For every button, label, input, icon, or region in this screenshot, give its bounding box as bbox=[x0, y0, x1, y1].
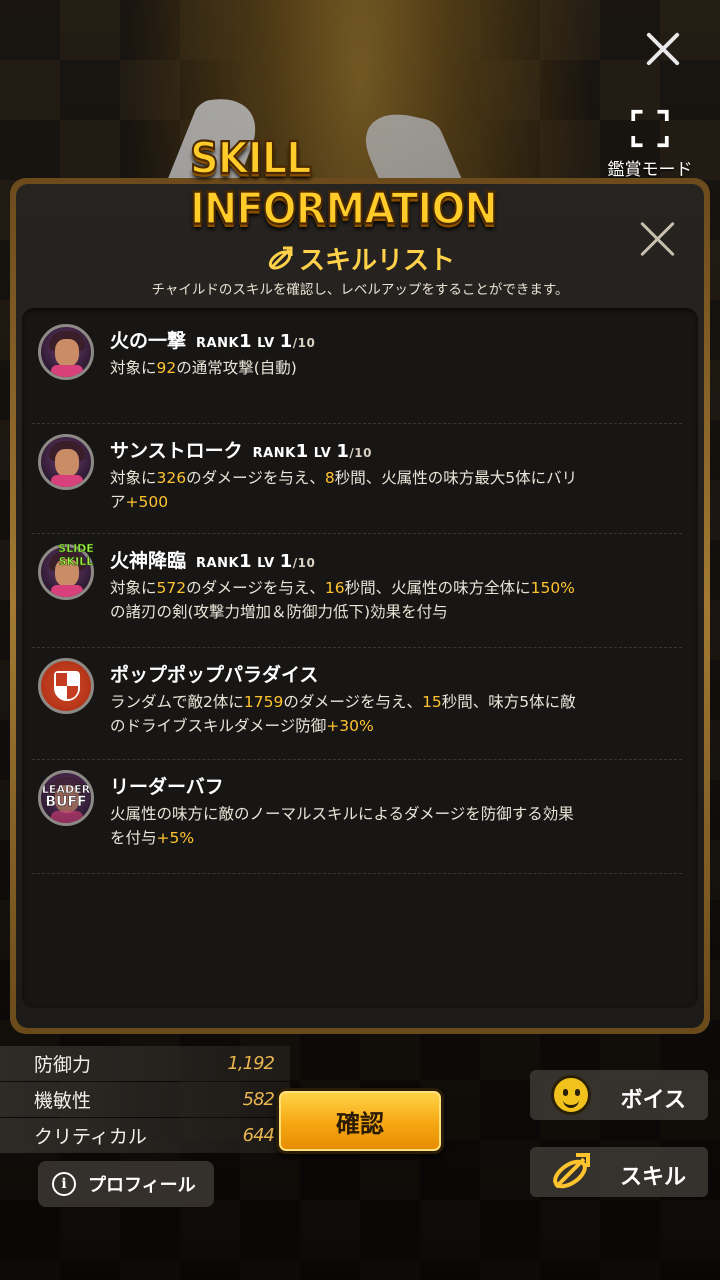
stat-row: 機敏性 582 bbox=[0, 1082, 290, 1117]
skill-label: スキル bbox=[619, 1165, 686, 1190]
profile-label: プロフィール bbox=[88, 1175, 196, 1196]
description-text: ランダムで敵2体に bbox=[110, 693, 244, 711]
skill-list-heading: スキルリスト bbox=[16, 240, 704, 277]
skill-item[interactable]: 火の一撃 RANK1 LV 1/10 対象に92の通常攻撃(自動) bbox=[32, 314, 682, 424]
skill-item[interactable]: サンストローク RANK1 LV 1/10 対象に326のダメージを与え、8秒間… bbox=[32, 424, 682, 534]
leader-buff-icon: LEADER BUFF bbox=[38, 770, 94, 826]
description-text: の諸刃の剣(攻撃力増加＆防御力低下)効果を付与 bbox=[110, 603, 448, 621]
highlight-value: 92 bbox=[156, 359, 177, 377]
skill-name: リーダーバフ bbox=[110, 776, 224, 798]
skill-item[interactable]: ポップポップパラダイス ランダムで敵2体に1759のダメージを与え、15秒間、味… bbox=[32, 648, 682, 760]
skill-info-panel: スキルリスト チャイルドのスキルを確認し、レベルアップをすることができます。 火… bbox=[10, 178, 710, 1034]
highlight-value: +5% bbox=[156, 829, 195, 847]
heading-text: スキルリスト bbox=[298, 246, 455, 276]
stat-row: 防御力 1,192 bbox=[0, 1046, 290, 1081]
skill-button[interactable]: スキル bbox=[530, 1147, 708, 1197]
stat-value: 644 bbox=[242, 1125, 275, 1146]
profile-button[interactable]: i プロフィール bbox=[38, 1161, 214, 1207]
highlight-value: 572 bbox=[156, 579, 187, 597]
panel-title: SKILL INFORMATION bbox=[189, 132, 499, 235]
slide-skill-tag: SLIDE SKILL bbox=[58, 542, 94, 569]
stat-label: 防御力 bbox=[34, 1054, 92, 1076]
info-icon: i bbox=[52, 1172, 76, 1196]
stat-label: クリティカル bbox=[34, 1126, 147, 1148]
highlight-value: 150% bbox=[530, 579, 575, 597]
description-text: 秒間、火属性の味方全体に bbox=[344, 579, 531, 597]
close-icon[interactable] bbox=[644, 30, 682, 68]
skill-description: 対象に92の通常攻撃(自動) bbox=[110, 356, 580, 380]
confirm-button[interactable]: 確認 bbox=[276, 1088, 444, 1154]
skill-name: 火神降臨 bbox=[110, 550, 187, 572]
fullscreen-icon bbox=[631, 109, 669, 148]
highlight-value: +30% bbox=[326, 717, 374, 735]
description-text: の通常攻撃(自動) bbox=[176, 359, 297, 377]
skill-swirl-icon bbox=[553, 1153, 590, 1189]
view-mode-button[interactable]: 鑑賞モード bbox=[590, 108, 710, 180]
description-text: のダメージを与え、 bbox=[283, 693, 423, 711]
skill-swirl-icon bbox=[268, 246, 293, 269]
stat-label: 機敏性 bbox=[34, 1090, 92, 1112]
view-mode-label: 鑑賞モード bbox=[607, 160, 693, 180]
skill-name: ポップポップパラダイス bbox=[110, 664, 319, 686]
skill-rank: RANK1 LV 1/10 bbox=[252, 441, 372, 462]
skill-portrait-icon bbox=[38, 434, 94, 490]
skill-description: 対象に572のダメージを与え、16秒間、火属性の味方全体に150% の諸刃の剣(攻… bbox=[110, 576, 580, 624]
skill-name: 火の一撃 bbox=[110, 330, 187, 352]
skill-description: ランダムで敵2体に1759のダメージを与え、15秒間、味方5体に敵のドライブスキ… bbox=[110, 690, 580, 738]
stat-row: クリティカル 644 bbox=[0, 1118, 290, 1153]
highlight-value: +500 bbox=[125, 493, 169, 511]
voice-label: ボイス bbox=[620, 1088, 686, 1113]
highlight-value: 15 bbox=[422, 693, 442, 711]
voice-button[interactable]: ボイス bbox=[530, 1070, 708, 1120]
skill-portrait-icon bbox=[38, 324, 94, 380]
description-text: のダメージを与え、 bbox=[186, 579, 325, 597]
subheading: チャイルドのスキルを確認し、レベルアップをすることができます。 bbox=[151, 282, 569, 298]
skill-list: 火の一撃 RANK1 LV 1/10 対象に92の通常攻撃(自動) サンストロー… bbox=[22, 308, 698, 1008]
confirm-label: 確認 bbox=[336, 1109, 384, 1138]
highlight-value: 8 bbox=[324, 469, 335, 487]
description-text: 対象に bbox=[110, 359, 157, 377]
skill-item[interactable]: LEADER BUFF リーダーバフ 火属性の味方に敵のノーマルスキルによるダメー… bbox=[32, 760, 682, 874]
highlight-value: 16 bbox=[324, 579, 345, 597]
skill-description: 対象に326のダメージを与え、8秒間、火属性の味方最大5体にバリア+500 bbox=[110, 466, 580, 514]
description-text: 対象に bbox=[110, 469, 157, 487]
description-text: 対象に bbox=[110, 579, 157, 597]
skill-name: サンストローク bbox=[110, 440, 243, 462]
smiley-icon bbox=[548, 1072, 594, 1118]
panel-inner: スキルリスト チャイルドのスキルを確認し、レベルアップをすることができます。 火… bbox=[16, 184, 704, 1028]
stat-value: 1,192 bbox=[227, 1053, 275, 1074]
shield-icon bbox=[38, 658, 94, 714]
skill-rank: RANK1 LV 1/10 bbox=[196, 551, 316, 572]
skill-description: 火属性の味方に敵のノーマルスキルによるダメージを防御する効果を付与+5% bbox=[110, 802, 580, 850]
skill-rank: RANK1 LV 1/10 bbox=[196, 331, 316, 352]
skill-item[interactable]: SLIDE SKILL 火神降臨 RANK1 LV 1/10 対象に572のダメ… bbox=[32, 534, 682, 648]
description-text: のダメージを与え、 bbox=[186, 469, 325, 487]
stats-list: 防御力 1,192 機敏性 582 クリティカル 644 bbox=[0, 1046, 290, 1154]
stat-value: 582 bbox=[242, 1089, 275, 1110]
highlight-value: 326 bbox=[156, 469, 187, 487]
highlight-value: 1759 bbox=[243, 693, 284, 711]
